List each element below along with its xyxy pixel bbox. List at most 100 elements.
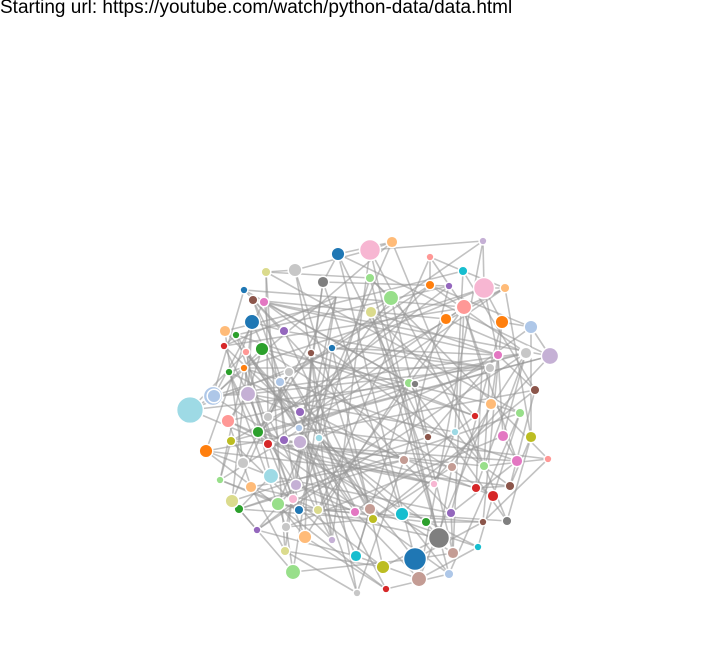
graph-node[interactable] <box>247 294 259 306</box>
graph-node[interactable] <box>402 546 428 572</box>
graph-node[interactable] <box>410 379 420 389</box>
graph-node[interactable] <box>492 349 504 361</box>
graph-node[interactable] <box>239 363 249 373</box>
graph-node[interactable] <box>450 427 460 437</box>
graph-node[interactable] <box>241 347 251 357</box>
graph-node[interactable] <box>364 305 378 319</box>
graph-node[interactable] <box>443 568 455 580</box>
graph-node[interactable] <box>478 517 488 527</box>
graph-node[interactable] <box>363 502 377 516</box>
graph-node[interactable] <box>367 513 379 525</box>
graph-node[interactable] <box>243 313 261 331</box>
graph-node[interactable] <box>287 493 299 505</box>
graph-node[interactable] <box>543 454 553 464</box>
graph-node[interactable] <box>494 314 510 330</box>
graph-node[interactable] <box>349 506 361 518</box>
graph-node[interactable] <box>425 252 435 262</box>
graph-node[interactable] <box>244 480 258 494</box>
graph-node[interactable] <box>215 475 225 485</box>
graph-node[interactable] <box>394 506 410 522</box>
graph-node[interactable] <box>524 430 538 444</box>
graph-node[interactable] <box>444 281 454 291</box>
graph-node[interactable] <box>446 461 458 473</box>
graph-node[interactable] <box>219 341 229 351</box>
graph-node[interactable] <box>289 478 303 492</box>
graph-node[interactable] <box>514 407 526 419</box>
graph-node[interactable] <box>312 504 324 516</box>
graph-node[interactable] <box>427 526 451 550</box>
graph-node[interactable] <box>496 429 510 443</box>
graph-node[interactable] <box>398 454 410 466</box>
graph-node[interactable] <box>381 584 391 594</box>
graph-node[interactable] <box>470 482 482 494</box>
graph-node[interactable] <box>349 549 363 563</box>
graph-node[interactable] <box>504 480 516 492</box>
graph-node[interactable] <box>501 515 513 527</box>
graph-node[interactable] <box>385 235 399 249</box>
graph-node[interactable] <box>198 443 214 459</box>
graph-node[interactable] <box>278 434 290 446</box>
graph-node[interactable] <box>478 236 488 246</box>
graph-node[interactable] <box>260 266 272 278</box>
graph-node[interactable] <box>470 411 480 421</box>
graph-node[interactable] <box>484 397 498 411</box>
graph-node[interactable] <box>258 296 270 308</box>
graph-node[interactable] <box>231 330 241 340</box>
graph-node[interactable] <box>473 542 483 552</box>
graph-node[interactable] <box>439 312 453 326</box>
graph-node[interactable] <box>446 546 460 560</box>
graph-node[interactable] <box>293 504 305 516</box>
graph-node[interactable] <box>254 341 270 357</box>
graph-node[interactable] <box>262 438 274 450</box>
graph-node[interactable] <box>274 376 286 388</box>
graph-node[interactable] <box>529 384 541 396</box>
graph-node[interactable] <box>262 467 280 485</box>
graph-node[interactable] <box>218 324 232 338</box>
graph-node[interactable] <box>410 570 428 588</box>
graph-node[interactable] <box>292 434 308 450</box>
graph-node[interactable] <box>279 545 291 557</box>
graph-node[interactable] <box>420 516 432 528</box>
graph-node[interactable] <box>206 388 222 404</box>
graph-node[interactable] <box>330 246 346 262</box>
graph-node[interactable] <box>239 285 249 295</box>
graph-node[interactable] <box>284 563 302 581</box>
graph-node[interactable] <box>224 493 240 509</box>
graph-node[interactable] <box>220 413 236 429</box>
graph-node[interactable] <box>540 346 560 366</box>
graph-node[interactable] <box>358 238 382 262</box>
graph-node[interactable] <box>478 460 490 472</box>
graph-node[interactable] <box>457 265 469 277</box>
graph-node[interactable] <box>175 395 205 425</box>
graph-node[interactable] <box>294 406 306 418</box>
graph-node[interactable] <box>424 279 436 291</box>
graph-node[interactable] <box>523 319 539 335</box>
graph-node[interactable] <box>429 479 439 489</box>
graph-node[interactable] <box>327 343 337 353</box>
graph-node[interactable] <box>510 454 524 468</box>
graph-node[interactable] <box>316 275 330 289</box>
network-graph[interactable] <box>0 0 703 664</box>
graph-node[interactable] <box>314 433 324 443</box>
graph-node[interactable] <box>294 423 304 433</box>
graph-node[interactable] <box>236 456 250 470</box>
graph-node[interactable] <box>283 366 295 378</box>
graph-node[interactable] <box>224 367 234 377</box>
graph-node[interactable] <box>455 298 473 316</box>
graph-node[interactable] <box>445 507 457 519</box>
graph-node[interactable] <box>252 525 262 535</box>
graph-node[interactable] <box>297 529 313 545</box>
graph-node[interactable] <box>239 385 257 403</box>
graph-node[interactable] <box>375 559 391 575</box>
graph-node[interactable] <box>278 325 290 337</box>
graph-node[interactable] <box>280 521 292 533</box>
graph-node[interactable] <box>364 272 376 284</box>
graph-node[interactable] <box>306 348 316 358</box>
graph-node[interactable] <box>486 489 500 503</box>
graph-node[interactable] <box>423 432 433 442</box>
graph-node[interactable] <box>270 496 286 512</box>
graph-node[interactable] <box>327 535 337 545</box>
graph-node[interactable] <box>382 289 400 307</box>
graph-node[interactable] <box>499 282 511 294</box>
graph-node[interactable] <box>262 411 274 423</box>
